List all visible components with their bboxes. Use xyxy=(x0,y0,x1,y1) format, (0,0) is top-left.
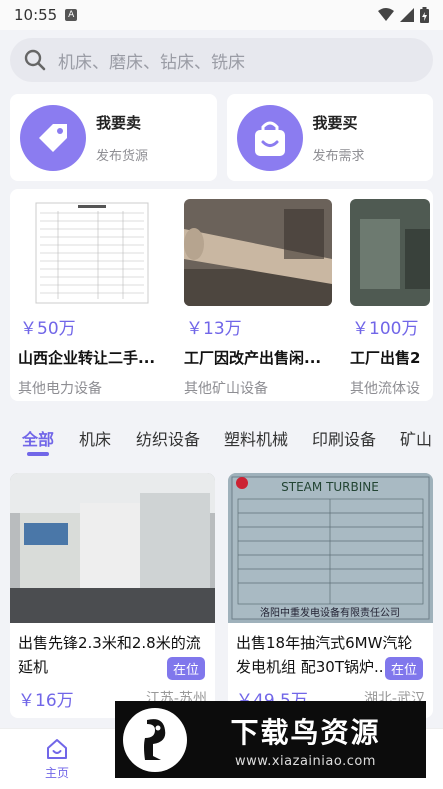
product-category: 其他矿山设备 xyxy=(184,381,268,397)
tab-underline xyxy=(27,452,49,456)
tab-mining[interactable]: 矿山 xyxy=(400,426,432,450)
product-image xyxy=(350,199,430,306)
featured-item[interactable]: ￥13万 工厂因改产出售闲... 其他矿山设备 xyxy=(184,199,332,398)
product-price: ￥100万 xyxy=(352,319,419,339)
search-icon xyxy=(24,49,46,71)
search-input[interactable]: 机床、磨床、钻床、铣床 xyxy=(10,38,433,82)
watermark-url: www.xiazainiao.com xyxy=(235,753,376,769)
featured-products: ￥50万 山西企业转让二手... 其他电力设备 ￥13万 工厂因改产出售闲...… xyxy=(10,189,433,401)
shopping-bag-icon xyxy=(236,104,303,171)
sell-title: 我要卖 xyxy=(96,113,142,132)
tab-all[interactable]: 全部 xyxy=(22,426,54,450)
status-badge: 在位 xyxy=(384,657,423,680)
sell-button[interactable]: 我要卖 发布货源 xyxy=(10,94,217,181)
search-placeholder: 机床、磨床、钻床、铣床 xyxy=(58,52,245,73)
tab-printing[interactable]: 印刷设备 xyxy=(312,426,376,450)
buy-button[interactable]: 我要买 发布需求 xyxy=(226,94,433,181)
product-category: 其他电力设备 xyxy=(18,381,102,397)
battery-icon xyxy=(420,7,429,23)
status-badge: 在位 xyxy=(166,657,205,680)
tab-plastic[interactable]: 塑料机械 xyxy=(224,426,288,450)
buy-subtitle: 发布需求 xyxy=(312,148,365,164)
featured-item[interactable]: ￥100万 工厂出售2 其他流体设 xyxy=(350,199,430,398)
featured-item[interactable]: ￥50万 山西企业转让二手... 其他电力设备 xyxy=(18,199,166,398)
watermark-title: 下载鸟资源 xyxy=(230,715,381,749)
tab-textile[interactable]: 纺织设备 xyxy=(136,426,200,450)
price-tag-icon xyxy=(20,104,86,171)
listing-image: STEAM TURBINE 洛阳中重发电设备有限责任公司 xyxy=(228,473,433,623)
tab-machine-tools[interactable]: 机床 xyxy=(79,426,111,450)
home-icon xyxy=(47,739,67,759)
product-title: 工厂出售2 xyxy=(350,349,421,367)
product-title: 工厂因改产出售闲... xyxy=(184,349,322,367)
sell-subtitle: 发布货源 xyxy=(96,148,149,164)
nav-home[interactable]: 主页 xyxy=(40,737,74,781)
product-price: ￥13万 xyxy=(186,319,242,339)
nameplate-maker: 洛阳中重发电设备有限责任公司 xyxy=(260,606,400,619)
product-image xyxy=(18,199,166,306)
status-time: 10:55 xyxy=(14,6,58,24)
bird-logo-icon xyxy=(123,707,187,772)
listing-image xyxy=(10,473,215,623)
listing-price: ￥16万 xyxy=(18,691,74,711)
status-bar: 10:55 A xyxy=(0,0,443,30)
listing-card[interactable]: 出售先锋2.3米和2.8米的流延机 在位 ￥16万 江苏-苏州 xyxy=(10,473,215,718)
category-tabs: 全部 机床 纺织设备 塑料机械 印刷设备 矿山 xyxy=(0,420,443,460)
watermark-banner: 下载鸟资源 www.xiazainiao.com xyxy=(115,701,426,778)
product-price: ￥50万 xyxy=(20,319,76,339)
nav-home-label: 主页 xyxy=(44,766,69,780)
listing-card[interactable]: STEAM TURBINE 洛阳中重发电设备有限责任公司 出售18年抽汽式6MW汽… xyxy=(228,473,433,718)
buy-title: 我要买 xyxy=(312,113,358,132)
nameplate-text: STEAM TURBINE xyxy=(281,480,379,494)
product-image xyxy=(184,199,332,306)
notification-icon: A xyxy=(65,9,78,21)
signal-icon xyxy=(400,8,414,22)
product-title: 山西企业转让二手... xyxy=(18,349,156,367)
wifi-icon xyxy=(378,8,394,21)
product-category: 其他流体设 xyxy=(350,381,420,397)
